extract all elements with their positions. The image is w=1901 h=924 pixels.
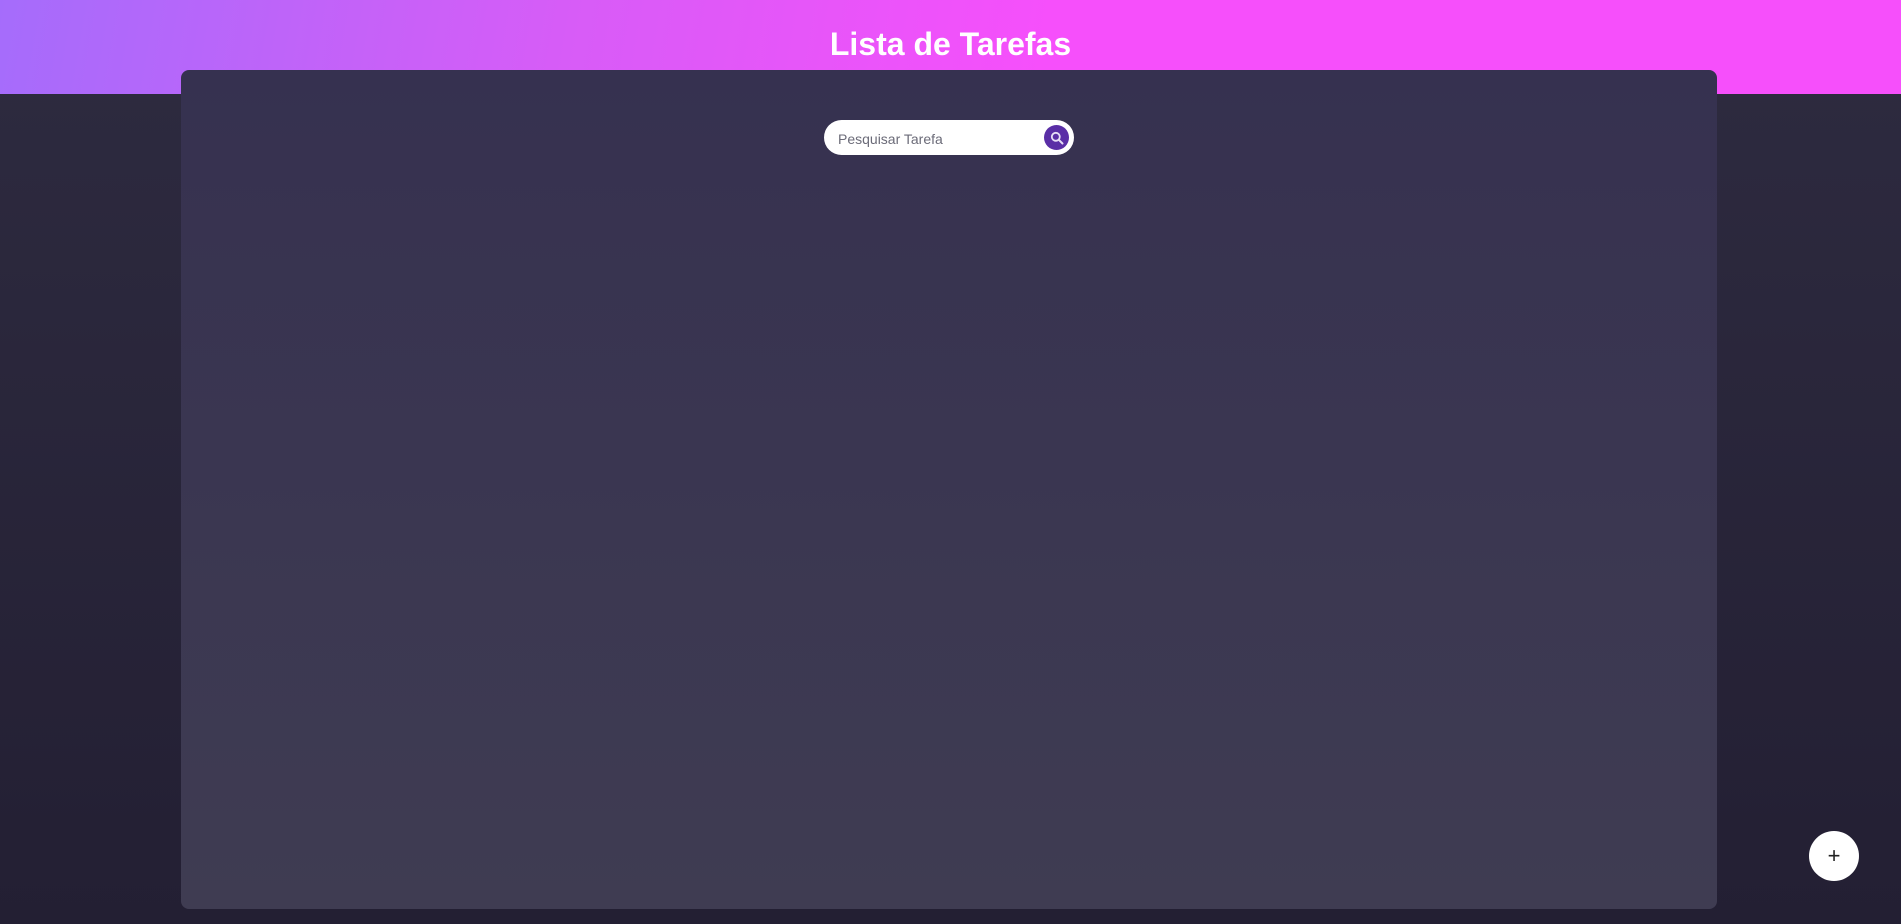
add-task-button[interactable]: + — [1809, 831, 1859, 881]
search-icon — [1050, 131, 1063, 144]
task-list-panel — [181, 70, 1717, 909]
search-bar — [824, 120, 1074, 157]
search-input[interactable] — [836, 120, 1035, 157]
page-title: Lista de Tarefas — [829, 26, 1072, 62]
plus-icon: + — [1827, 843, 1841, 868]
search-button[interactable] — [1044, 125, 1069, 150]
